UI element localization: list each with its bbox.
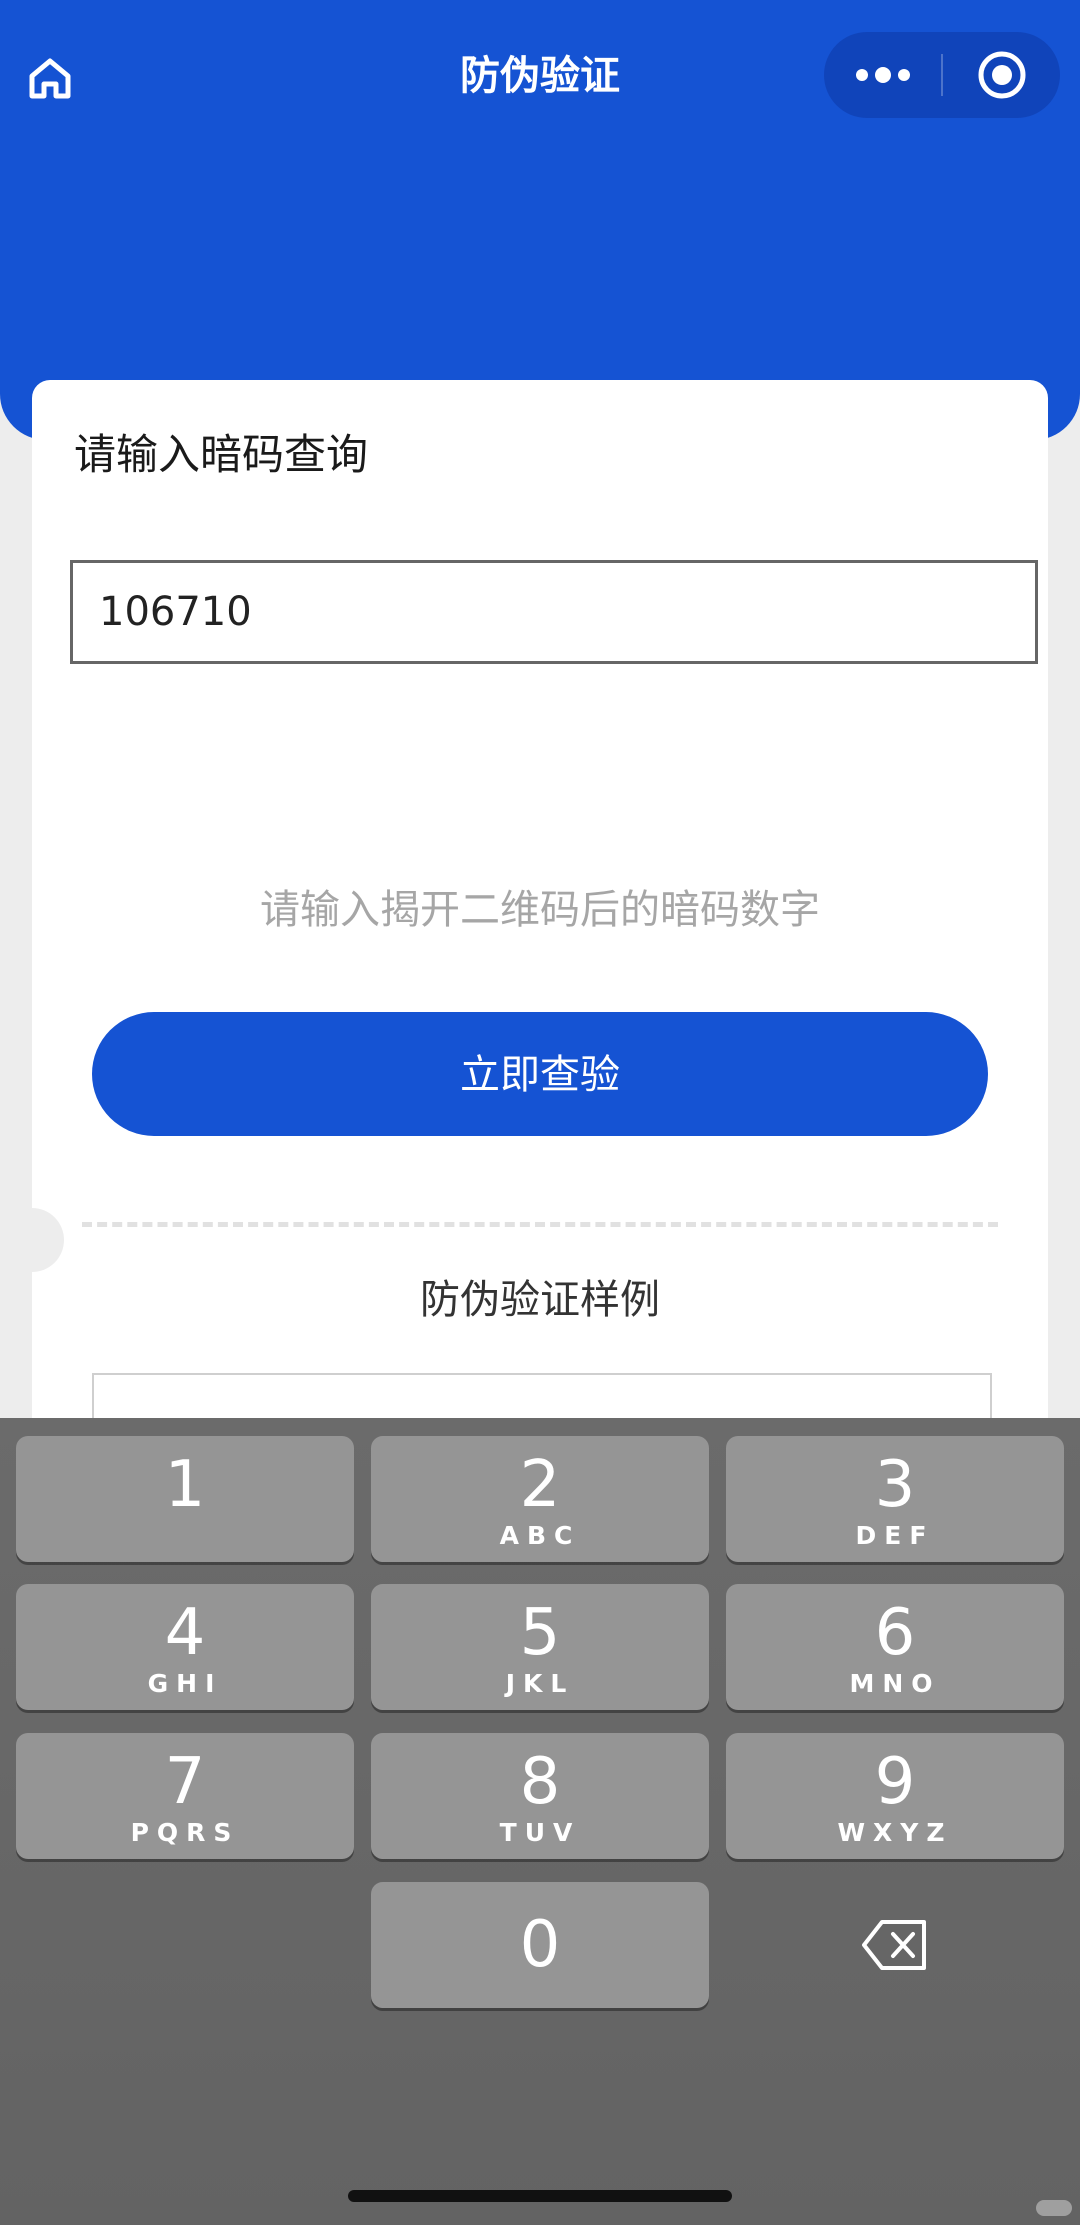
close-mini-program-button[interactable] bbox=[943, 32, 1060, 118]
key-letters: MNO bbox=[849, 1669, 941, 1698]
key-letters: JKL bbox=[505, 1669, 575, 1698]
more-button[interactable] bbox=[824, 32, 942, 118]
key-2[interactable]: 2 ABC bbox=[371, 1436, 709, 1562]
key-7[interactable]: 7 PQRS bbox=[16, 1733, 354, 1859]
sample-heading: 防伪验证样例 bbox=[420, 1277, 660, 1323]
key-letters: PQRS bbox=[130, 1818, 240, 1847]
watermark-badge bbox=[1036, 2200, 1072, 2216]
key-letters: GHI bbox=[147, 1669, 223, 1698]
backspace-icon bbox=[862, 1920, 926, 1970]
dashed-divider bbox=[82, 1222, 998, 1227]
key-digit: 6 bbox=[874, 1596, 916, 1670]
key-1[interactable]: 1 bbox=[16, 1436, 354, 1562]
key-letters: WXYZ bbox=[837, 1818, 953, 1847]
key-letters: ABC bbox=[499, 1521, 581, 1550]
key-4[interactable]: 4 GHI bbox=[16, 1584, 354, 1710]
delete-key[interactable] bbox=[726, 1882, 1064, 2008]
key-digit: 9 bbox=[874, 1745, 916, 1819]
key-0[interactable]: 0 bbox=[371, 1882, 709, 2008]
key-3[interactable]: 3 DEF bbox=[726, 1436, 1064, 1562]
input-hint: 请输入揭开二维码后的暗码数字 bbox=[260, 887, 820, 933]
key-digit: 1 bbox=[164, 1448, 206, 1522]
key-9[interactable]: 9 WXYZ bbox=[726, 1733, 1064, 1859]
query-heading: 请输入暗码查询 bbox=[74, 430, 369, 479]
key-digit: 4 bbox=[164, 1596, 206, 1670]
key-digit: 3 bbox=[874, 1448, 916, 1522]
key-digit: 8 bbox=[519, 1745, 561, 1819]
navigation-bar: 防伪验证 bbox=[0, 0, 1080, 150]
key-digit: 7 bbox=[164, 1745, 206, 1819]
target-close-icon bbox=[978, 51, 1025, 99]
key-digit: 2 bbox=[519, 1448, 561, 1522]
key-letters: TUV bbox=[499, 1818, 581, 1847]
verify-button[interactable]: 立即查验 bbox=[92, 1012, 988, 1136]
ticket-notch-right bbox=[1048, 1208, 1080, 1272]
ticket-notch-left bbox=[0, 1208, 64, 1272]
key-5[interactable]: 5 JKL bbox=[371, 1584, 709, 1710]
mini-program-capsule bbox=[824, 32, 1060, 118]
more-dots-icon bbox=[856, 67, 910, 83]
home-indicator[interactable] bbox=[348, 2190, 732, 2202]
key-letters: DEF bbox=[855, 1521, 935, 1550]
key-digit: 0 bbox=[519, 1908, 561, 1982]
key-6[interactable]: 6 MNO bbox=[726, 1584, 1064, 1710]
key-8[interactable]: 8 TUV bbox=[371, 1733, 709, 1859]
key-digit: 5 bbox=[519, 1596, 561, 1670]
code-input[interactable] bbox=[70, 560, 1038, 664]
